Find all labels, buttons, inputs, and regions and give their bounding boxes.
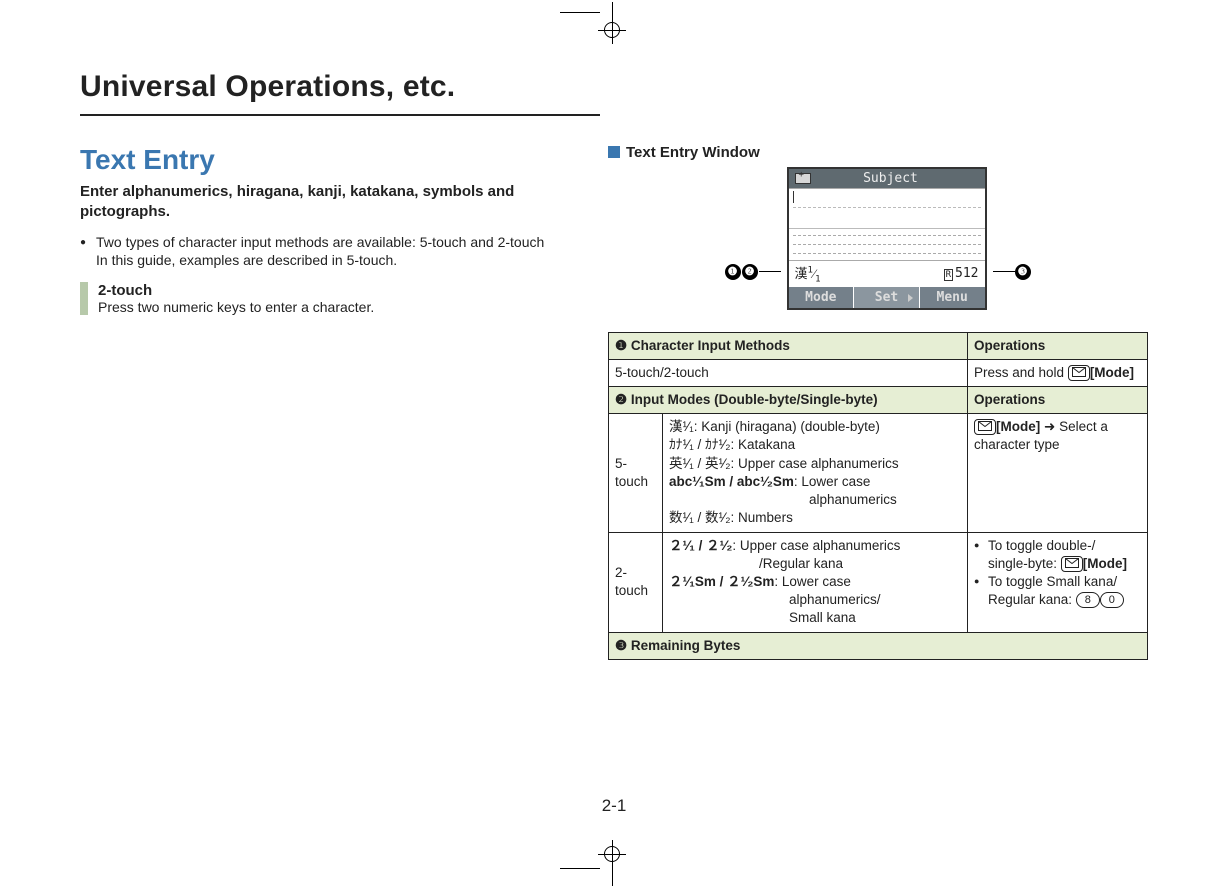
remaining-bytes: R512 — [944, 266, 979, 281]
phone-title-text: Subject — [817, 171, 985, 186]
mode-2touch-lower-wrap2: Small kana — [669, 609, 961, 627]
left-column: Text Entry Enter alphanumerics, hiragana… — [80, 144, 568, 660]
phone-text-area — [789, 188, 985, 228]
text: Press and hold — [974, 365, 1068, 380]
text-entry-window-figure: ❶ ❷ Subject — [608, 167, 1148, 310]
window-heading-text: Text Entry Window — [626, 144, 760, 161]
mode-numbers: 数¹⁄₁ / 数¹⁄₂: Numbers — [669, 509, 961, 527]
softkey-menu: Menu — [920, 287, 985, 308]
right-column: Text Entry Window ❶ ❷ Subject — [608, 144, 1148, 660]
input-methods-table: ❶ Character Input Methods Operations 5-t… — [608, 332, 1148, 660]
ops-toggle-byte: To toggle double-/ single-byte: [Mode] — [974, 537, 1141, 573]
page-number: 2-1 — [0, 796, 1228, 816]
softkey-set: Set — [854, 287, 920, 308]
note-body: Press two numeric keys to enter a charac… — [98, 299, 568, 315]
mode-2touch-lower-wrap1: alphanumerics/ — [669, 591, 961, 609]
callout-3-icon: ❸ — [1015, 264, 1031, 280]
table-cell: ２¹⁄₁ / ２¹⁄₂: Upper case alphanumerics /R… — [663, 532, 968, 632]
table-header-input-methods: ❶ Character Input Methods — [609, 332, 968, 359]
window-heading: Text Entry Window — [608, 144, 1148, 161]
callout-1-icon: ❶ — [725, 264, 741, 280]
mode-2touch-lower: ２¹⁄₁Sm / ２¹⁄₂Sm: Lower case — [669, 573, 961, 591]
page-content: Universal Operations, etc. Text Entry En… — [80, 70, 1148, 660]
table-cell: 5-touch/2-touch — [609, 359, 968, 386]
table-cell-2touch-label: 2-touch — [609, 532, 663, 632]
new-message-icon — [795, 173, 811, 184]
key-0-icon: 0 — [1100, 592, 1124, 608]
section-title: Text Entry — [80, 144, 568, 176]
phone-title-bar: Subject — [789, 169, 985, 188]
table-cell: To toggle double-/ single-byte: [Mode] T… — [968, 532, 1148, 632]
mode-lower-alpha-wrap: alphanumerics — [669, 491, 961, 509]
mode-2touch-upper-wrap: /Regular kana — [669, 555, 961, 573]
arrow-icon: ➜ — [1040, 419, 1059, 434]
callout-line — [993, 271, 1015, 272]
phone-window-mock: Subject 漢1⁄1 R512 — [787, 167, 987, 310]
text: [Mode] — [996, 419, 1040, 434]
crop-mark — [612, 840, 613, 868]
bullet-item: Two types of character input methods are… — [80, 233, 568, 271]
mode-2touch-upper: ２¹⁄₁ / ２¹⁄₂: Upper case alphanumerics — [669, 537, 961, 555]
crop-mark — [560, 12, 600, 13]
callout-left: ❶ ❷ — [725, 264, 781, 280]
mode-katakana: ｶﾅ¹⁄₁ / ｶﾅ¹⁄₂: Katakana — [669, 436, 961, 454]
square-bullet-icon — [608, 146, 620, 158]
intro-text: Enter alphanumerics, hiragana, kanji, ka… — [80, 182, 568, 223]
softkey-bar: Mode Set Menu — [789, 287, 985, 308]
callout-2-icon: ❷ — [742, 264, 758, 280]
bullet-line2: In this guide, examples are described in… — [96, 252, 397, 268]
text-caret-icon — [793, 191, 794, 203]
chapter-title: Universal Operations, etc. — [80, 70, 600, 116]
callout-right: ❸ — [993, 264, 1032, 280]
ops-toggle-kana: To toggle Small kana/ Regular kana: 80 — [974, 573, 1141, 609]
table-header-remaining-bytes: ❸ Remaining Bytes — [609, 632, 1148, 659]
key-8-icon: 8 — [1076, 592, 1100, 608]
r-icon: R — [944, 269, 953, 281]
table-header-operations: Operations — [968, 332, 1148, 359]
table-cell: Press and hold [Mode] — [968, 359, 1148, 386]
callout-line — [759, 271, 781, 272]
table-cell: 漢¹⁄₁: Kanji (hiragana) (double-byte) ｶﾅ¹… — [663, 414, 968, 532]
table-cell-5touch-label: 5-touch — [609, 414, 663, 532]
mode-lower-alpha: abc¹⁄₁Sm / abc¹⁄₂Sm: Lower case — [669, 473, 961, 491]
bullet-line1: Two types of character input methods are… — [96, 234, 544, 250]
arrow-right-icon — [908, 294, 913, 302]
crop-mark — [612, 16, 613, 44]
mail-key-icon — [1061, 556, 1083, 572]
table-header-operations: Operations — [968, 387, 1148, 414]
mode-indicator: 漢1⁄1 — [795, 263, 821, 285]
mode-upper-alpha: 英¹⁄₁ / 英¹⁄₂: Upper case alphanumerics — [669, 455, 961, 473]
note-title: 2-touch — [98, 282, 568, 299]
phone-lines-area — [789, 228, 985, 260]
table-header-input-modes: ❷ Input Modes (Double-byte/Single-byte) — [609, 387, 968, 414]
note-block: 2-touch Press two numeric keys to enter … — [80, 282, 568, 315]
mode-kanji: 漢¹⁄₁: Kanji (hiragana) (double-byte) — [669, 418, 961, 436]
mail-key-icon — [1068, 365, 1090, 381]
phone-status-bar: 漢1⁄1 R512 — [789, 260, 985, 287]
mail-key-icon — [974, 419, 996, 435]
text: [Mode] — [1090, 365, 1134, 380]
crop-mark — [560, 868, 600, 869]
softkey-mode: Mode — [789, 287, 855, 308]
table-cell: [Mode] ➜ Select a character type — [968, 414, 1148, 532]
